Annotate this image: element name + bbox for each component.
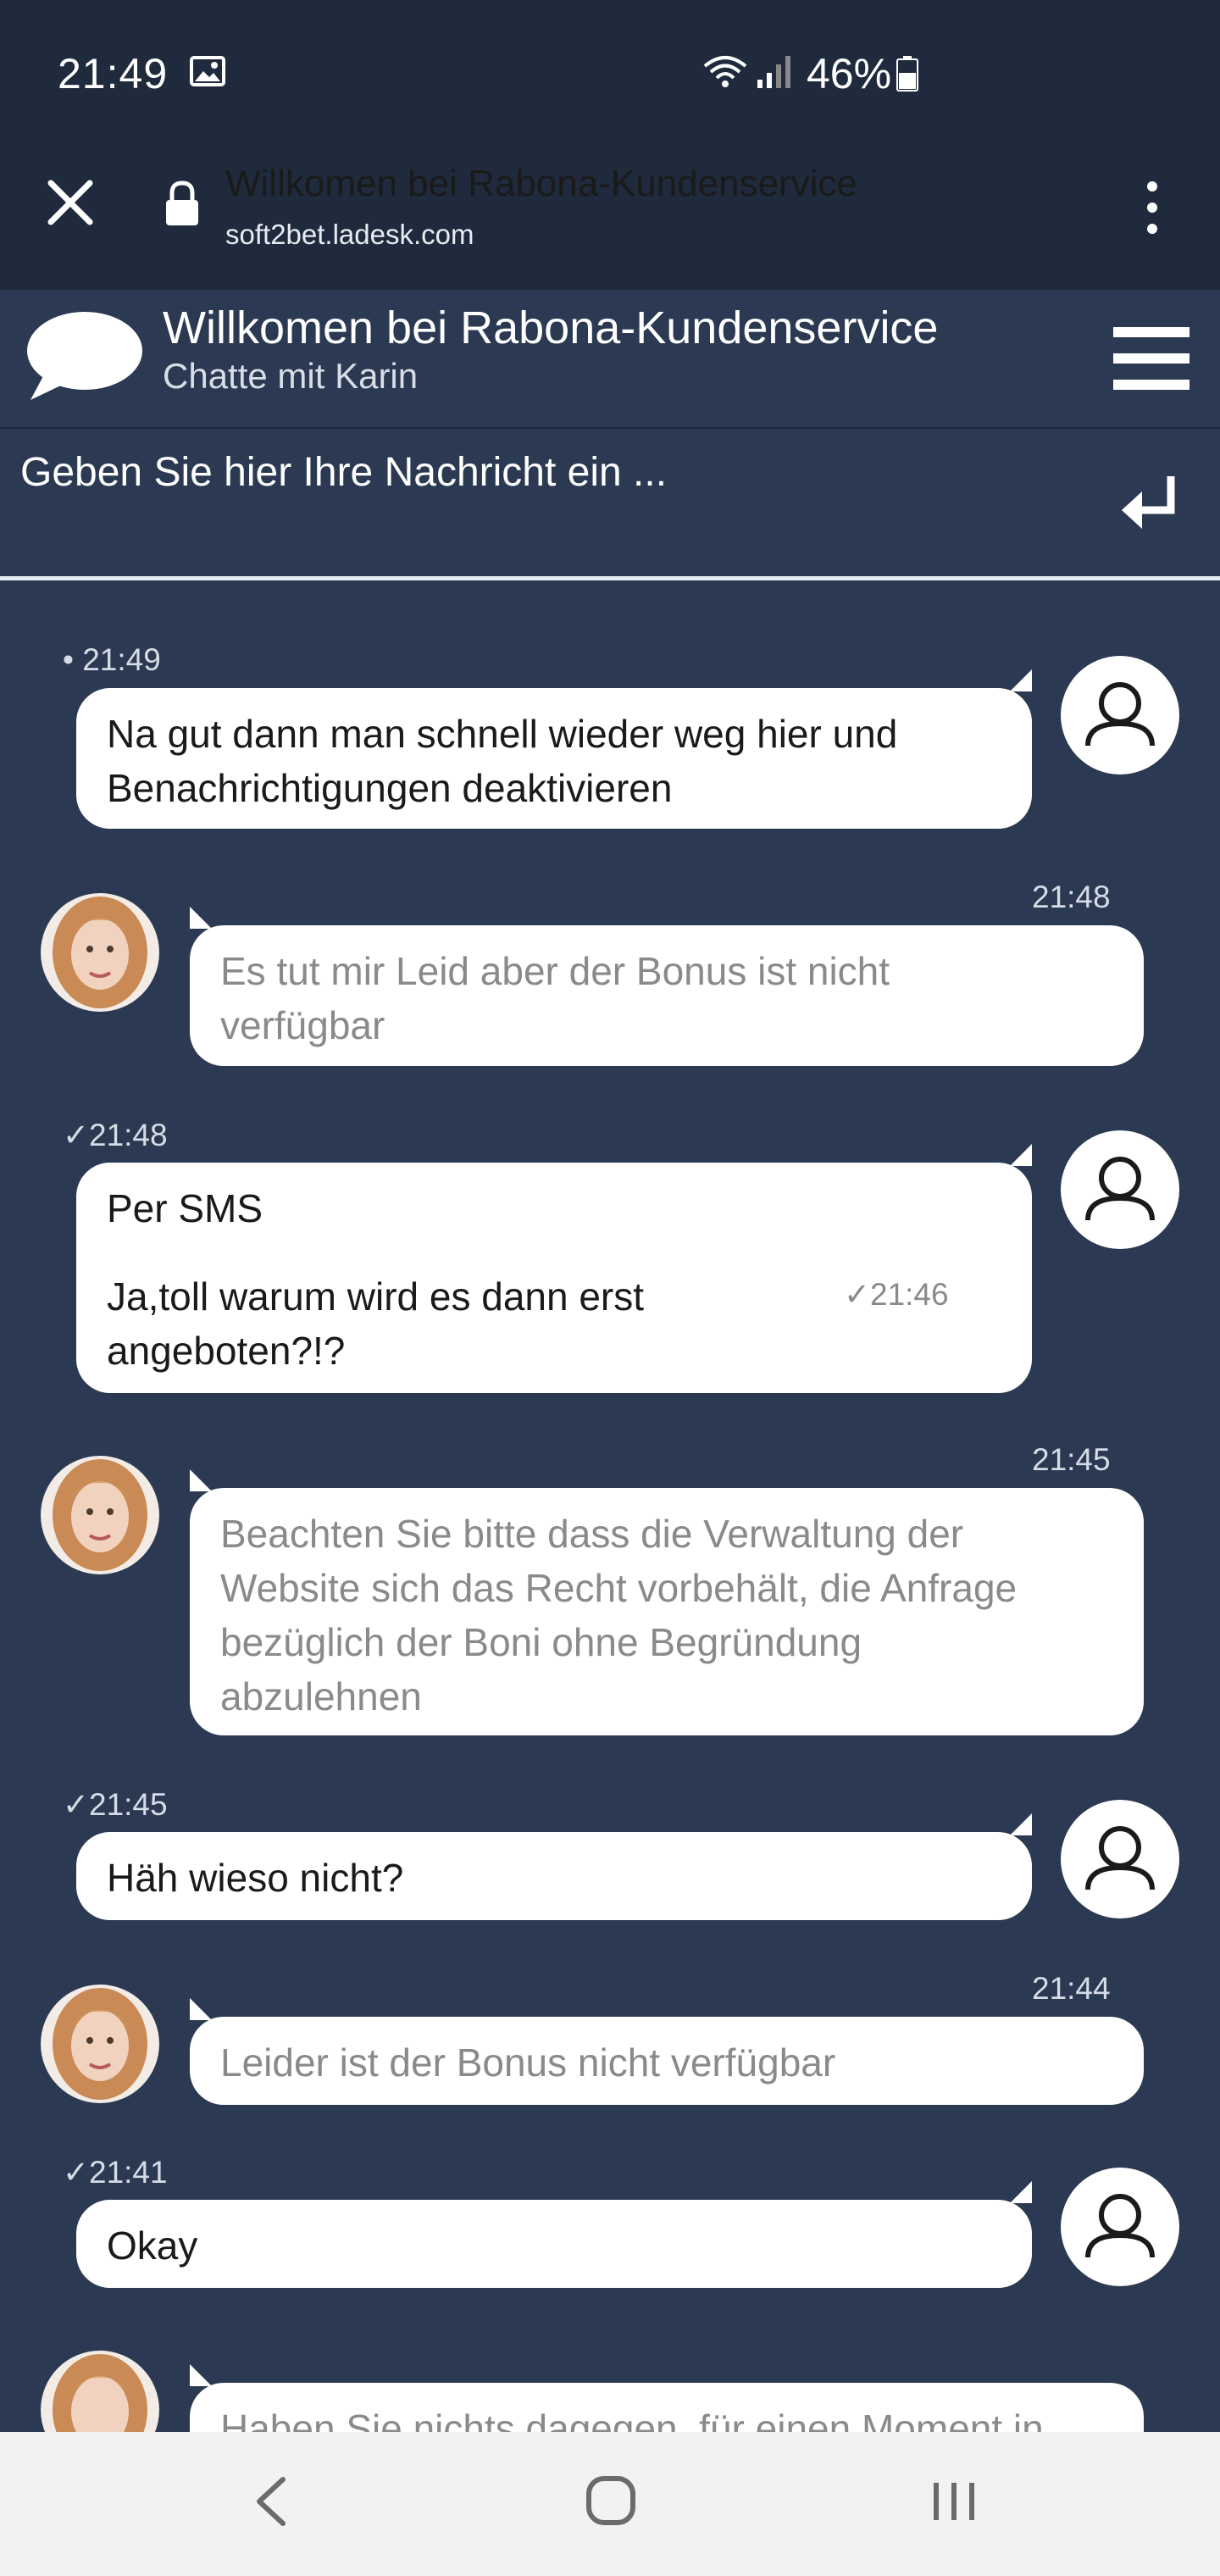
agent-message-bubble: Beachten Sie bitte dass die Verwaltung d…: [190, 1469, 1144, 1735]
user-avatar: [1061, 1130, 1179, 1249]
image-notification-icon: [190, 56, 225, 86]
battery-icon: [896, 56, 918, 92]
agent-message-bubble: Leider ist der Bonus nicht verfügbar: [190, 1998, 1144, 2105]
message-input[interactable]: Geben Sie hier Ihre Nachricht ein ...: [20, 449, 667, 496]
message-line: Es tut mir Leid aber der Bonus ist nicht: [220, 949, 890, 993]
message-timestamp: ✓21:41: [63, 2155, 168, 2190]
send-enter-icon[interactable]: [1120, 471, 1184, 536]
user-icon: [1085, 682, 1155, 747]
inline-timestamp: ✓21:46: [844, 1277, 949, 1312]
user-message-bubble: Häh wieso nicht?: [76, 1813, 1032, 1920]
agent-photo: [41, 893, 159, 1012]
message-timestamp: • 21:49: [63, 642, 161, 677]
message-line: Website sich das Recht vorbehält, die An…: [220, 1566, 1018, 1610]
message-line: Benachrichtigungen deaktivieren: [107, 766, 673, 810]
more-options-icon[interactable]: [1137, 178, 1167, 237]
user-icon: [1085, 1157, 1155, 1221]
agent-photo: [41, 1985, 159, 2103]
message-line: angeboten?!?: [107, 1329, 346, 1373]
chat-subtitle: Chatte mit Karin: [163, 356, 419, 396]
message-line: Leider ist der Bonus nicht verfügbar: [220, 2040, 836, 2085]
lock-icon: [166, 180, 198, 225]
message-line: verfügbar: [220, 1003, 385, 1047]
agent-avatar: [41, 893, 159, 1012]
hamburger-menu-icon[interactable]: [1113, 325, 1190, 391]
user-avatar: [1061, 656, 1179, 774]
agent-message-bubble: Es tut mir Leid aber der Bonus ist nicht…: [190, 907, 1144, 1066]
agent-avatar: [41, 1985, 159, 2103]
back-icon[interactable]: [246, 2471, 297, 2532]
wifi-icon: [703, 56, 747, 87]
message-line: bezüglich der Boni ohne Begründung: [220, 1620, 862, 1664]
message-timestamp: 21:48: [1032, 880, 1111, 914]
agent-photo: [41, 1456, 159, 1574]
user-icon: [1085, 1826, 1155, 1890]
message-line: Per SMS: [107, 1186, 263, 1230]
signal-icon: [757, 56, 790, 88]
message-line: Na gut dann man schnell wieder weg hier …: [107, 712, 898, 756]
user-message-bubble: Na gut dann man schnell wieder weg hier …: [76, 669, 1032, 829]
browser-page-title: Willkomen bei Rabona-Kundenservice: [225, 163, 857, 204]
message-timestamp: 21:45: [1032, 1442, 1111, 1477]
message-timestamp: ✓21:48: [63, 1118, 168, 1152]
home-icon[interactable]: [585, 2474, 637, 2527]
user-icon: [1085, 2194, 1155, 2258]
message-timestamp: ✓21:45: [63, 1787, 168, 1822]
message-line: abzulehnen: [220, 1674, 422, 1718]
chat-bubble-icon: [27, 312, 142, 400]
browser-url[interactable]: soft2bet.ladesk.com: [225, 219, 474, 251]
recent-apps-icon[interactable]: [929, 2476, 979, 2527]
close-icon[interactable]: [44, 176, 97, 229]
message-timestamp: 21:44: [1032, 1971, 1111, 2006]
agent-avatar: [41, 1456, 159, 1574]
chat-title: Willkomen bei Rabona-Kundenservice: [163, 303, 939, 353]
battery-percentage: 46%: [807, 50, 892, 97]
message-line: Häh wieso nicht?: [107, 1856, 404, 1900]
status-bar: 21:49 46%: [0, 0, 1220, 144]
user-avatar: [1061, 1800, 1179, 1918]
status-time: 21:49: [58, 50, 169, 97]
message-line: Okay: [107, 2223, 198, 2268]
message-line: Beachten Sie bitte dass die Verwaltung d…: [220, 1512, 964, 1556]
user-message-bubble: Okay: [76, 2181, 1032, 2288]
user-avatar: [1061, 2168, 1179, 2286]
